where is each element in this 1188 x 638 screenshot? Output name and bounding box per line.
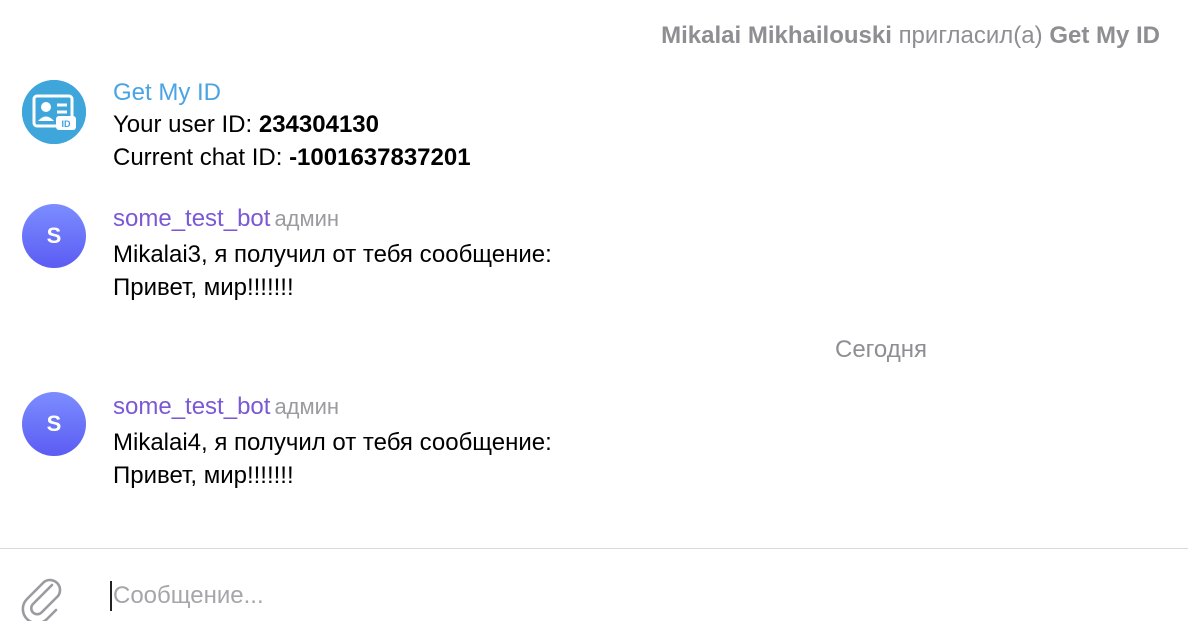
- avatar-bot[interactable]: S: [22, 204, 86, 268]
- message-input[interactable]: [110, 579, 1153, 613]
- date-separator: Сегодня: [835, 336, 927, 363]
- service-action: пригласил(а): [898, 22, 1043, 49]
- sender-name[interactable]: some_test_bot: [113, 393, 270, 420]
- service-message: Mikalai Mikhailouski пригласил(а) Get My…: [661, 22, 1160, 50]
- text-caret: [110, 581, 112, 611]
- sender-line: some_test_bot админ: [113, 204, 552, 234]
- user-id-value: 234304130: [258, 111, 379, 138]
- sender-name[interactable]: Get My ID: [113, 78, 471, 108]
- message-composer: [0, 549, 1188, 638]
- message-line: Привет, мир!!!!!!!: [113, 462, 294, 489]
- svg-text:ID: ID: [62, 119, 72, 129]
- avatar-get-my-id[interactable]: ID: [22, 80, 86, 144]
- sender-line: some_test_bot админ: [113, 392, 552, 422]
- message-body: some_test_bot админ Mikalai3, я получил о…: [113, 204, 552, 304]
- avatar-bot[interactable]: S: [22, 392, 86, 456]
- message-line: Mikalai3, я получил от тебя сообщение:: [113, 241, 552, 268]
- message-line: Your user ID: 234304130: [113, 108, 471, 141]
- sender-name[interactable]: some_test_bot: [113, 205, 270, 232]
- role-badge: админ: [274, 206, 340, 231]
- message-line: Current chat ID: -1001637837201: [113, 141, 471, 174]
- paperclip-icon: [21, 578, 62, 625]
- role-badge: админ: [274, 394, 340, 419]
- message-line: Mikalai4, я получил от тебя сообщение:: [113, 429, 552, 456]
- label-text: Current chat ID:: [113, 144, 290, 171]
- attach-button[interactable]: [18, 571, 64, 625]
- message-body: Get My ID Your user ID: 234304130 Curren…: [113, 78, 471, 174]
- avatar-letter: S: [46, 223, 62, 248]
- id-card-icon: ID: [22, 80, 86, 144]
- service-actor[interactable]: Mikalai Mikhailouski: [661, 22, 892, 49]
- avatar-letter: S: [46, 411, 62, 436]
- label-text: Your user ID:: [113, 111, 259, 138]
- message-body: some_test_bot админ Mikalai4, я получил о…: [113, 392, 552, 492]
- message-line: Привет, мир!!!!!!!: [113, 274, 294, 301]
- service-target[interactable]: Get My ID: [1049, 22, 1160, 49]
- chat-history[interactable]: Mikalai Mikhailouski пригласил(а) Get My…: [0, 0, 1188, 548]
- chat-id-value: -1001637837201: [289, 144, 471, 171]
